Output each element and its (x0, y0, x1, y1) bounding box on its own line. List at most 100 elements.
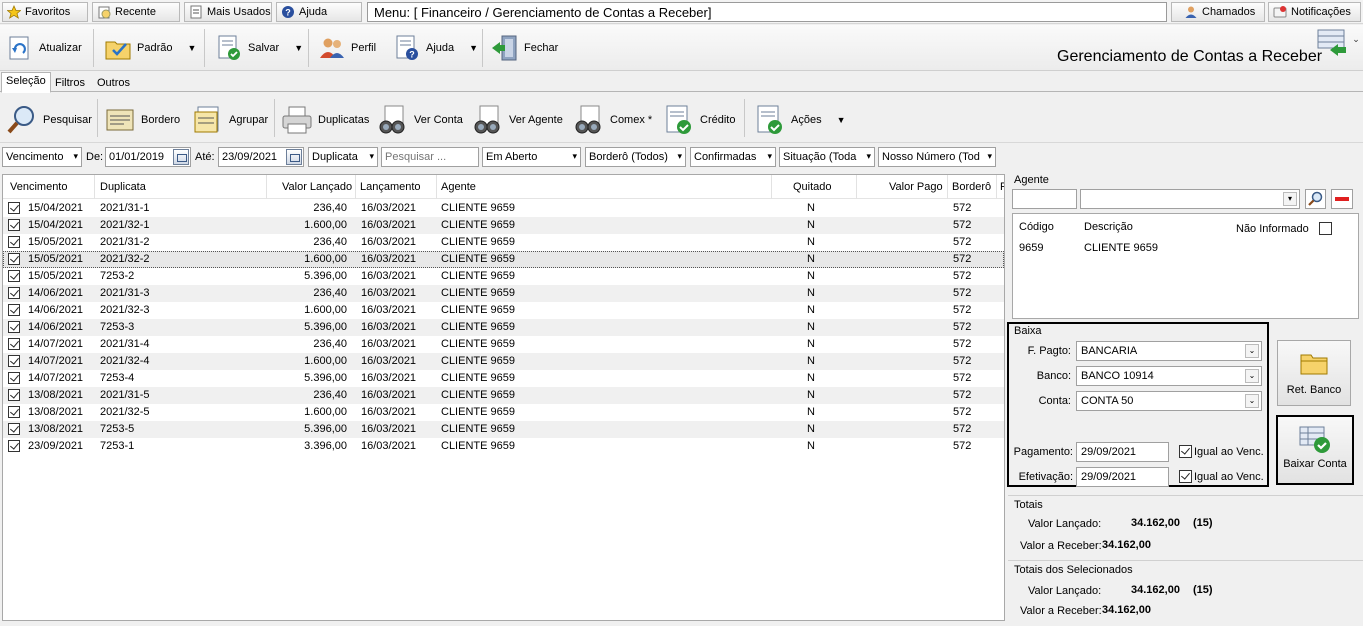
table-row[interactable]: 14/06/2021 7253-3 5.396,00 16/03/2021 CLIENT… (3, 319, 1004, 336)
pagamento-igual-venc-checkbox[interactable] (1179, 445, 1192, 458)
row-checkbox[interactable] (8, 389, 20, 401)
column-divider[interactable] (266, 175, 267, 199)
row-checkbox[interactable] (8, 440, 20, 452)
padrao-button[interactable]: Padrão ▼ (104, 29, 196, 67)
salvar-button[interactable]: Salvar ▼ (215, 29, 303, 67)
acoes-dropdown-icon[interactable]: ▼ (837, 115, 846, 125)
column-divider[interactable] (436, 175, 437, 199)
row-checkbox[interactable] (8, 304, 20, 316)
search-input[interactable] (381, 147, 479, 167)
row-checkbox[interactable] (8, 338, 20, 350)
table-row[interactable]: 15/04/2021 2021/32-1 1.600,00 16/03/2021 CLI… (3, 217, 1004, 234)
agente-remove-button[interactable] (1331, 189, 1353, 209)
bordero-button[interactable]: Bordero (104, 101, 180, 139)
nosso-numero-select[interactable]: Nosso Número (Tod ▾ (878, 147, 996, 167)
fpagto-select[interactable]: BANCARIA ⌄ (1076, 341, 1262, 361)
column-divider[interactable] (355, 175, 356, 199)
column-divider[interactable] (996, 175, 997, 199)
table-row[interactable]: 14/06/2021 2021/32-3 1.600,00 16/03/2021 CLI… (3, 302, 1004, 319)
table-row[interactable]: 14/07/2021 7253-4 5.396,00 16/03/2021 CLIENT… (3, 370, 1004, 387)
col-agente[interactable]: Agente (441, 181, 476, 193)
efetivacao-igual-venc-checkbox[interactable] (1179, 470, 1192, 483)
ver-conta-button[interactable]: Ver Conta (377, 101, 463, 139)
row-checkbox[interactable] (8, 236, 20, 248)
ver-agente-button[interactable]: Ver Agente (472, 101, 563, 139)
efetivacao-date-field[interactable]: 29/09/2021 (1076, 467, 1169, 487)
notificacoes-button[interactable]: Notificações (1268, 2, 1361, 22)
col-bordero[interactable]: Borderô (952, 181, 991, 193)
comex-button[interactable]: Comex * (573, 101, 652, 139)
table-row[interactable]: 15/05/2021 2021/31-2 236,40 16/03/2021 CLIEN… (3, 234, 1004, 251)
row-checkbox[interactable] (8, 253, 20, 265)
agente-code-input[interactable] (1012, 189, 1077, 209)
situacao-select[interactable]: Situação (Toda ▾ (779, 147, 875, 167)
row-checkbox[interactable] (8, 287, 20, 299)
vencimento-select[interactable]: Vencimento ▾ (2, 147, 82, 167)
acoes-button[interactable]: Ações ▼ (754, 101, 846, 139)
col-quitado[interactable]: Quitado (793, 181, 832, 193)
table-row[interactable]: 15/05/2021 2021/32-2 1.600,00 16/03/2021 CLI… (3, 251, 1004, 268)
atualizar-button[interactable]: Atualizar (6, 29, 82, 67)
salvar-dropdown-icon[interactable]: ▼ (294, 43, 303, 53)
row-checkbox[interactable] (8, 219, 20, 231)
calendar-icon[interactable] (286, 149, 302, 165)
credito-button[interactable]: Crédito (663, 101, 735, 139)
contas-grid[interactable]: Vencimento Duplicata Valor Lançado Lança… (2, 174, 1005, 621)
ajuda-dropdown-icon[interactable]: ▼ (469, 43, 478, 53)
baixar-conta-button[interactable]: Baixar Conta (1276, 415, 1354, 485)
table-row[interactable]: 13/08/2021 2021/32-5 1.600,00 16/03/2021 CLI… (3, 404, 1004, 421)
duplicatas-button[interactable]: Duplicatas (281, 101, 369, 139)
column-divider[interactable] (856, 175, 857, 199)
padrao-dropdown-icon[interactable]: ▼ (187, 43, 196, 53)
confirmadas-select[interactable]: Confirmadas ▾ (690, 147, 776, 167)
table-row[interactable]: 14/07/2021 2021/31-4 236,40 16/03/2021 CLIEN… (3, 336, 1004, 353)
agente-search-button[interactable] (1305, 189, 1326, 209)
col-vencimento[interactable]: Vencimento (10, 181, 67, 193)
nao-informado-checkbox[interactable] (1319, 222, 1332, 235)
recente-button[interactable]: Recente (92, 2, 180, 22)
conta-select[interactable]: CONTA 50 ⌄ (1076, 391, 1262, 411)
column-divider[interactable] (947, 175, 948, 199)
col-valor-pago[interactable]: Valor Pago (889, 181, 943, 193)
favoritos-button[interactable]: Favoritos (2, 2, 88, 22)
row-checkbox[interactable] (8, 321, 20, 333)
perfil-button[interactable]: Perfil (318, 29, 376, 67)
agente-list[interactable]: Código Descrição Não Informado 9659 CLIE… (1012, 213, 1359, 319)
table-row[interactable]: 15/04/2021 2021/31-1 236,40 16/03/2021 CLIEN… (3, 200, 1004, 217)
row-checkbox[interactable] (8, 355, 20, 367)
row-checkbox[interactable] (8, 202, 20, 214)
column-divider[interactable] (771, 175, 772, 199)
col-valor-lancado[interactable]: Valor Lançado (282, 181, 352, 193)
row-checkbox[interactable] (8, 270, 20, 282)
column-divider[interactable] (94, 175, 95, 199)
ajuda-button[interactable]: ? Ajuda ▼ (393, 29, 478, 67)
agente-select[interactable]: ▾ (1080, 189, 1300, 209)
tab-selecao[interactable]: Seleção (1, 72, 51, 93)
de-date-field[interactable]: 01/01/2019 (105, 147, 191, 167)
pesquisar-button[interactable]: Pesquisar (6, 101, 92, 139)
row-checkbox[interactable] (8, 372, 20, 384)
tab-outros[interactable]: Outros (92, 74, 135, 92)
calendar-icon[interactable] (173, 149, 189, 165)
screen-grid-icon[interactable]: ⌄ (1316, 28, 1360, 60)
table-row[interactable]: 23/09/2021 7253-1 3.396,00 16/03/2021 CLIENT… (3, 438, 1004, 455)
status-select[interactable]: Em Aberto ▾ (482, 147, 581, 167)
mais-usados-button[interactable]: Mais Usados (184, 2, 272, 22)
ret-banco-button[interactable]: Ret. Banco (1277, 340, 1351, 406)
table-row[interactable]: 15/05/2021 7253-2 5.396,00 16/03/2021 CLIENT… (3, 268, 1004, 285)
ate-date-field[interactable]: 23/09/2021 (218, 147, 304, 167)
table-row[interactable]: 14/06/2021 2021/31-3 236,40 16/03/2021 CLIEN… (3, 285, 1004, 302)
table-row[interactable]: 14/07/2021 2021/32-4 1.600,00 16/03/2021 CLI… (3, 353, 1004, 370)
tipo-select[interactable]: Duplicata ▾ (308, 147, 378, 167)
table-row[interactable]: 13/08/2021 2021/31-5 236,40 16/03/2021 CLIEN… (3, 387, 1004, 404)
agrupar-button[interactable]: Agrupar (192, 101, 268, 139)
chamados-button[interactable]: Chamados (1171, 2, 1265, 22)
banco-select[interactable]: BANCO 10914 ⌄ (1076, 366, 1262, 386)
tab-filtros[interactable]: Filtros (50, 74, 90, 92)
table-row[interactable]: 13/08/2021 7253-5 5.396,00 16/03/2021 CLIENT… (3, 421, 1004, 438)
row-checkbox[interactable] (8, 406, 20, 418)
pagamento-date-field[interactable]: 29/09/2021 (1076, 442, 1169, 462)
ajuda-top-button[interactable]: ? Ajuda (276, 2, 362, 22)
col-extra[interactable]: F (1000, 181, 1004, 193)
bordero-select[interactable]: Borderô (Todos) ▾ (585, 147, 686, 167)
